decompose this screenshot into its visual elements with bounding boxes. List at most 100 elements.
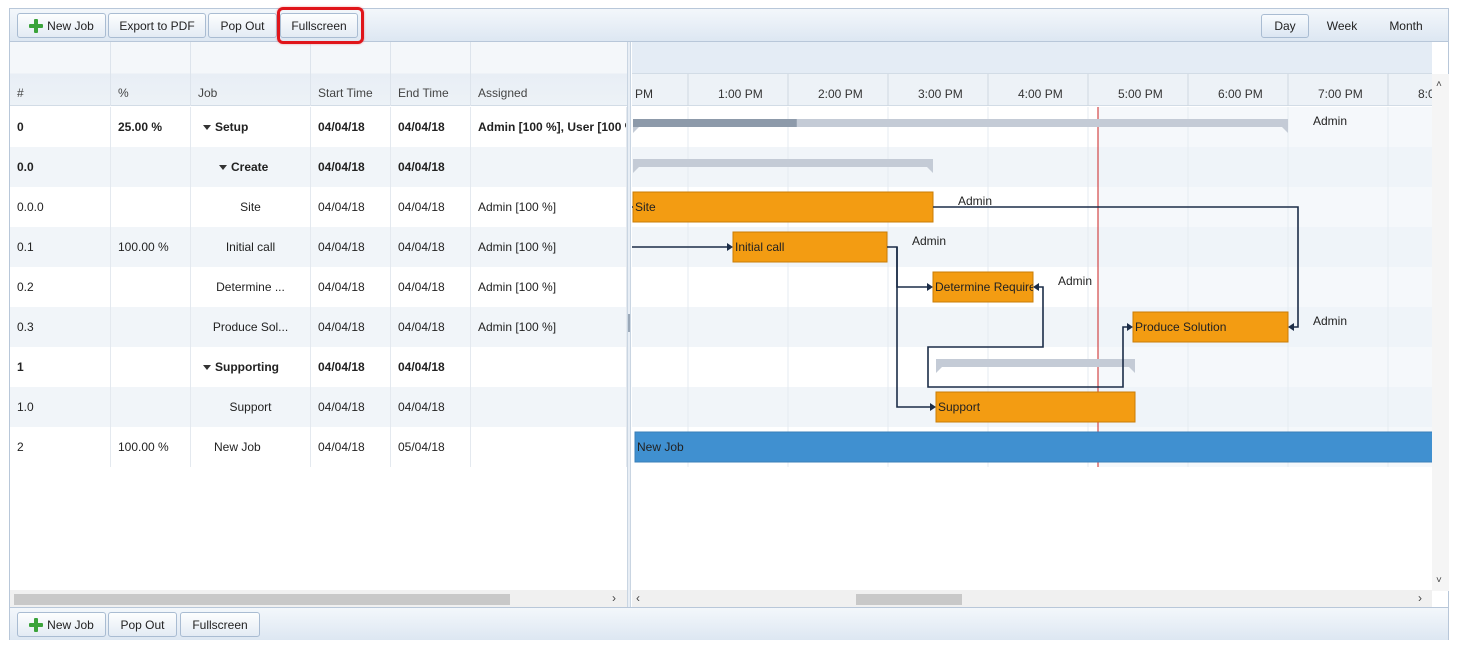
table-row[interactable]: 1.0 Support 04/04/18 04/04/18	[10, 387, 627, 427]
cell-end-time: 04/04/18	[391, 347, 471, 387]
cell-number-text: 0.1	[17, 240, 34, 254]
table-row[interactable]: 0.1 100.00 % Initial call 04/04/18 04/04/18 A…	[10, 227, 627, 267]
table-row[interactable]: 2 100.00 % New Job 04/04/18 05/04/18	[10, 427, 627, 467]
cell-assigned-text: Admin [100 %]	[478, 320, 557, 334]
cell-assigned-text: Admin [100 %]	[478, 280, 557, 294]
cell-end-time-text: 04/04/18	[398, 120, 445, 134]
cell-start-time: 04/04/18	[311, 427, 391, 467]
bottom-pop-out-button[interactable]: Pop Out	[108, 612, 177, 637]
cell-assigned-text: Admin [100 %], User [100 %]	[478, 120, 627, 134]
col-header-number[interactable]: #	[10, 42, 111, 106]
cell-assigned: Admin [100 %]	[471, 267, 627, 307]
cell-number-text: 0	[17, 120, 24, 134]
col-header-percent[interactable]: %	[111, 42, 191, 106]
export-pdf-button[interactable]: Export to PDF	[108, 13, 206, 38]
expand-toggle-icon[interactable]	[219, 165, 227, 171]
view-week-label: Week	[1326, 19, 1358, 33]
splitter-grip-icon[interactable]	[628, 314, 630, 332]
gantt-horizontal-scrollbar[interactable]: ‹ ›	[632, 590, 1432, 607]
cell-assigned-text: Admin [100 %]	[478, 240, 557, 254]
new-job-button[interactable]: New Job	[17, 13, 106, 38]
resource-label: Admin	[1058, 274, 1092, 288]
cell-assigned	[471, 147, 627, 187]
cell-percent	[111, 267, 191, 307]
cell-end-time-text: 04/04/18	[398, 400, 445, 414]
cell-percent	[111, 387, 191, 427]
cell-job-text: New Job	[214, 440, 261, 454]
grid-horizontal-scrollbar[interactable]: ›	[10, 590, 627, 607]
table-row[interactable]: 1 Supporting 04/04/18 04/04/18	[10, 347, 627, 387]
cell-job-text: Determine ...	[216, 280, 285, 294]
grid-scroll-right-arrow[interactable]: ›	[612, 590, 616, 607]
col-header-job[interactable]: Job	[191, 42, 311, 106]
gantt-scroll-thumb[interactable]	[856, 594, 962, 605]
col-header-assigned[interactable]: Assigned	[471, 42, 627, 106]
cell-end-time: 05/04/18	[391, 427, 471, 467]
timeline-tick-label: 7:00 PM	[1318, 87, 1363, 101]
view-month-button[interactable]: Month	[1380, 14, 1432, 38]
cell-job: Supporting	[191, 347, 311, 387]
cell-start-time-text: 04/04/18	[318, 200, 365, 214]
cell-end-time-text: 04/04/18	[398, 160, 445, 174]
bottom-new-job-button[interactable]: New Job	[17, 612, 106, 637]
fullscreen-button[interactable]: Fullscreen	[280, 13, 358, 38]
cell-percent	[111, 187, 191, 227]
timeline-tick-label: 4:00 PM	[1018, 87, 1063, 101]
cell-percent	[111, 147, 191, 187]
cell-number: 1.0	[10, 387, 111, 427]
cell-number: 2	[10, 427, 111, 467]
cell-job: Determine ...	[191, 267, 311, 307]
scroll-down-arrow[interactable]: ˅	[1436, 572, 1442, 589]
cell-start-time-text: 04/04/18	[318, 320, 365, 334]
col-header-start-time[interactable]: Start Time	[311, 42, 391, 106]
scroll-up-arrow[interactable]: ˄	[1436, 76, 1442, 93]
grid-scroll-thumb[interactable]	[14, 594, 510, 605]
view-week-button[interactable]: Week	[1318, 14, 1366, 38]
cell-assigned	[471, 387, 627, 427]
cell-percent-text: 100.00 %	[118, 240, 169, 254]
cell-number-text: 0.0	[17, 160, 34, 174]
table-row[interactable]: 0.3 Produce Sol... 04/04/18 04/04/18 Admin […	[10, 307, 627, 347]
task-grid: # % Job Start Time End Time Assigned 0 25…	[10, 42, 627, 590]
summary-progress	[633, 119, 797, 127]
cell-percent: 25.00 %	[111, 107, 191, 147]
col-header-end-time[interactable]: End Time	[391, 42, 471, 106]
view-day-button[interactable]: Day	[1261, 14, 1309, 38]
cell-start-time: 04/04/18	[311, 267, 391, 307]
expand-toggle-icon[interactable]	[203, 365, 211, 371]
table-row[interactable]: 0 25.00 % Setup 04/04/18 04/04/18 Admin [100 …	[10, 107, 627, 147]
table-row[interactable]: 0.0 Create 04/04/18 04/04/18	[10, 147, 627, 187]
cell-start-time: 04/04/18	[311, 227, 391, 267]
bottom-fullscreen-button[interactable]: Fullscreen	[180, 612, 260, 637]
pop-out-label: Pop Out	[220, 18, 265, 33]
cell-end-time-text: 04/04/18	[398, 200, 445, 214]
cell-assigned: Admin [100 %], User [100 %]	[471, 107, 627, 147]
timeline-tick-label: PM	[635, 87, 653, 101]
cell-end-time: 04/04/18	[391, 147, 471, 187]
view-day-label: Day	[1274, 19, 1296, 33]
expand-toggle-icon[interactable]	[203, 125, 211, 131]
export-pdf-label: Export to PDF	[119, 18, 195, 33]
task-bar-label: Site	[635, 200, 656, 214]
cell-start-time-text: 04/04/18	[318, 440, 365, 454]
pane-splitter[interactable]	[627, 42, 631, 608]
cell-percent-text: 25.00 %	[118, 120, 163, 134]
gantt-scroll-left-arrow[interactable]: ‹	[636, 590, 640, 607]
task-bar-label: Initial call	[735, 240, 784, 254]
bottom-pop-out-label: Pop Out	[120, 617, 165, 632]
view-month-label: Month	[1389, 19, 1423, 33]
cell-start-time-text: 04/04/18	[318, 360, 365, 374]
pop-out-button[interactable]: Pop Out	[208, 13, 277, 38]
table-row[interactable]: 0.2 Determine ... 04/04/18 04/04/18 Admin [1…	[10, 267, 627, 307]
gantt-vertical-scrollbar[interactable]: ˄ ˅	[1432, 74, 1449, 591]
resource-label: Admin	[958, 194, 992, 208]
summary-bar-end	[633, 127, 639, 133]
fullscreen-label: Fullscreen	[291, 18, 347, 33]
cell-number-text: 2	[17, 440, 24, 454]
cell-number-text: 0.3	[17, 320, 34, 334]
cell-end-time: 04/04/18	[391, 107, 471, 147]
cell-number: 0	[10, 107, 111, 147]
cell-job-text: Support	[229, 400, 272, 414]
table-row[interactable]: 0.0.0 Site 04/04/18 04/04/18 Admin [100 %]	[10, 187, 627, 227]
gantt-scroll-right-arrow[interactable]: ›	[1418, 590, 1422, 607]
